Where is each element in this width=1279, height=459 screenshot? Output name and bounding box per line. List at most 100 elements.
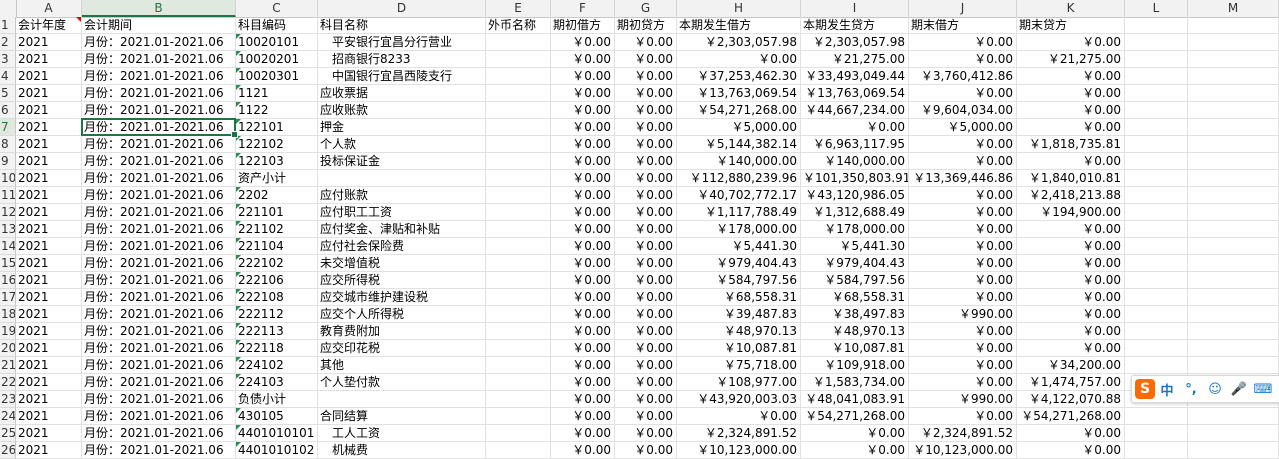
cell-a[interactable]: 2021 bbox=[16, 34, 82, 51]
cell-f[interactable]: ￥0.00 bbox=[551, 204, 615, 221]
cell-k[interactable]: ￥0.00 bbox=[1017, 442, 1125, 459]
cell-e[interactable] bbox=[486, 391, 551, 408]
row-header[interactable]: 20 bbox=[0, 340, 16, 357]
row-header[interactable]: 23 bbox=[0, 391, 16, 408]
cell-l[interactable] bbox=[1125, 221, 1188, 238]
cell-d[interactable]: 合同结算 bbox=[318, 408, 486, 425]
cell-k[interactable]: ￥0.00 bbox=[1017, 102, 1125, 119]
cell-i[interactable]: ￥1,312,688.49 bbox=[801, 204, 909, 221]
cell-m[interactable] bbox=[1188, 357, 1279, 374]
cell-d[interactable]: 工人工资 bbox=[318, 425, 486, 442]
row-header[interactable]: 13 bbox=[0, 221, 16, 238]
cell-j[interactable]: ￥0.00 bbox=[909, 340, 1017, 357]
cell-f[interactable]: ￥0.00 bbox=[551, 136, 615, 153]
cell-i[interactable]: ￥38,497.83 bbox=[801, 306, 909, 323]
cell-g[interactable]: ￥0.00 bbox=[615, 68, 677, 85]
cell-k[interactable]: ￥0.00 bbox=[1017, 34, 1125, 51]
cell-c[interactable]: 221101 bbox=[236, 204, 318, 221]
cell-m[interactable] bbox=[1188, 425, 1279, 442]
cell-l[interactable] bbox=[1125, 136, 1188, 153]
cell-a[interactable]: 2021 bbox=[16, 374, 82, 391]
cell-m[interactable] bbox=[1188, 187, 1279, 204]
cell-l[interactable] bbox=[1125, 442, 1188, 459]
cell-c[interactable]: 222108 bbox=[236, 289, 318, 306]
cell-l[interactable] bbox=[1125, 68, 1188, 85]
cell-j[interactable]: ￥3,760,412.86 bbox=[909, 68, 1017, 85]
cell-j[interactable]: ￥0.00 bbox=[909, 323, 1017, 340]
cell-j[interactable]: ￥0.00 bbox=[909, 153, 1017, 170]
cell-i[interactable]: ￥43,120,986.05 bbox=[801, 187, 909, 204]
cell-a[interactable]: 2021 bbox=[16, 221, 82, 238]
row-header[interactable]: 2 bbox=[0, 34, 16, 51]
cell-l[interactable] bbox=[1125, 85, 1188, 102]
cell-m[interactable] bbox=[1188, 221, 1279, 238]
cell-e[interactable] bbox=[486, 238, 551, 255]
cell-m[interactable] bbox=[1188, 238, 1279, 255]
cell-j[interactable]: ￥10,123,000.00 bbox=[909, 442, 1017, 459]
cell-e[interactable] bbox=[486, 289, 551, 306]
cell-m[interactable] bbox=[1188, 102, 1279, 119]
cell-a[interactable]: 2021 bbox=[16, 289, 82, 306]
cell-e[interactable] bbox=[486, 68, 551, 85]
cell-h[interactable]: ￥5,441.30 bbox=[677, 238, 801, 255]
cell-f[interactable]: ￥0.00 bbox=[551, 272, 615, 289]
cell-i[interactable]: ￥54,271,268.00 bbox=[801, 408, 909, 425]
cell-h[interactable]: ￥5,144,382.14 bbox=[677, 136, 801, 153]
cell-g[interactable]: ￥0.00 bbox=[615, 85, 677, 102]
cell-g[interactable]: ￥0.00 bbox=[615, 170, 677, 187]
cell-k[interactable]: ￥2,418,213.88 bbox=[1017, 187, 1125, 204]
cell-f[interactable]: ￥0.00 bbox=[551, 85, 615, 102]
cell-l[interactable] bbox=[1125, 102, 1188, 119]
cell-a[interactable]: 2021 bbox=[16, 357, 82, 374]
cell-a[interactable]: 2021 bbox=[16, 170, 82, 187]
row-header[interactable]: 22 bbox=[0, 374, 16, 391]
cell-a[interactable]: 2021 bbox=[16, 136, 82, 153]
cell-c[interactable]: 430105 bbox=[236, 408, 318, 425]
cell-j[interactable]: ￥0.00 bbox=[909, 136, 1017, 153]
cell-f[interactable]: ￥0.00 bbox=[551, 170, 615, 187]
cell-c[interactable]: 222112 bbox=[236, 306, 318, 323]
row-header[interactable]: 19 bbox=[0, 323, 16, 340]
cell-d[interactable]: 中国银行宜昌西陵支行 bbox=[318, 68, 486, 85]
cell-k[interactable]: ￥0.00 bbox=[1017, 289, 1125, 306]
row-header[interactable]: 15 bbox=[0, 255, 16, 272]
cell-h[interactable]: ￥13,763,069.54 bbox=[677, 85, 801, 102]
cell-i[interactable]: ￥109,918.00 bbox=[801, 357, 909, 374]
cell-e[interactable] bbox=[486, 119, 551, 136]
header-cell-g[interactable]: 期初贷方 bbox=[615, 17, 677, 34]
header-cell-j[interactable]: 期末借方 bbox=[909, 17, 1017, 34]
cell-a[interactable]: 2021 bbox=[16, 408, 82, 425]
cell-k[interactable]: ￥0.00 bbox=[1017, 153, 1125, 170]
cell-h[interactable]: ￥1,117,788.49 bbox=[677, 204, 801, 221]
cell-b[interactable]: 月份：2021.01-2021.06 bbox=[82, 170, 236, 187]
cell-e[interactable] bbox=[486, 85, 551, 102]
column-header-e[interactable]: E bbox=[486, 0, 551, 17]
cell-c[interactable]: 224103 bbox=[236, 374, 318, 391]
cell-d[interactable] bbox=[318, 170, 486, 187]
cell-h[interactable]: ￥178,000.00 bbox=[677, 221, 801, 238]
cell-c[interactable]: 222113 bbox=[236, 323, 318, 340]
cell-g[interactable]: ￥0.00 bbox=[615, 391, 677, 408]
cell-i[interactable]: ￥0.00 bbox=[801, 425, 909, 442]
cell-d[interactable]: 招商银行8233 bbox=[318, 51, 486, 68]
cell-k[interactable]: ￥1,818,735.81 bbox=[1017, 136, 1125, 153]
cell-d[interactable]: 应交城市维护建设税 bbox=[318, 289, 486, 306]
cell-j[interactable]: ￥5,000.00 bbox=[909, 119, 1017, 136]
cell-d[interactable]: 应付职工工资 bbox=[318, 204, 486, 221]
cell-m[interactable] bbox=[1188, 442, 1279, 459]
column-header-i[interactable]: I bbox=[801, 0, 909, 17]
cell-b[interactable]: 月份：2021.01-2021.06 bbox=[82, 391, 236, 408]
cell-k[interactable]: ￥34,200.00 bbox=[1017, 357, 1125, 374]
ime-voice-icon[interactable]: 🎤 bbox=[1227, 382, 1251, 397]
row-header[interactable]: 4 bbox=[0, 68, 16, 85]
cell-j[interactable]: ￥990.00 bbox=[909, 391, 1017, 408]
cell-m[interactable] bbox=[1188, 340, 1279, 357]
column-header-k[interactable]: K bbox=[1017, 0, 1125, 17]
cell-l[interactable] bbox=[1125, 357, 1188, 374]
cell-b[interactable]: 月份：2021.01-2021.06 bbox=[82, 136, 236, 153]
cell-h[interactable]: ￥140,000.00 bbox=[677, 153, 801, 170]
cell-m[interactable] bbox=[1188, 323, 1279, 340]
cell-b[interactable]: 月份：2021.01-2021.06 bbox=[82, 357, 236, 374]
cell-h[interactable]: ￥68,558.31 bbox=[677, 289, 801, 306]
cell-g[interactable]: ￥0.00 bbox=[615, 323, 677, 340]
